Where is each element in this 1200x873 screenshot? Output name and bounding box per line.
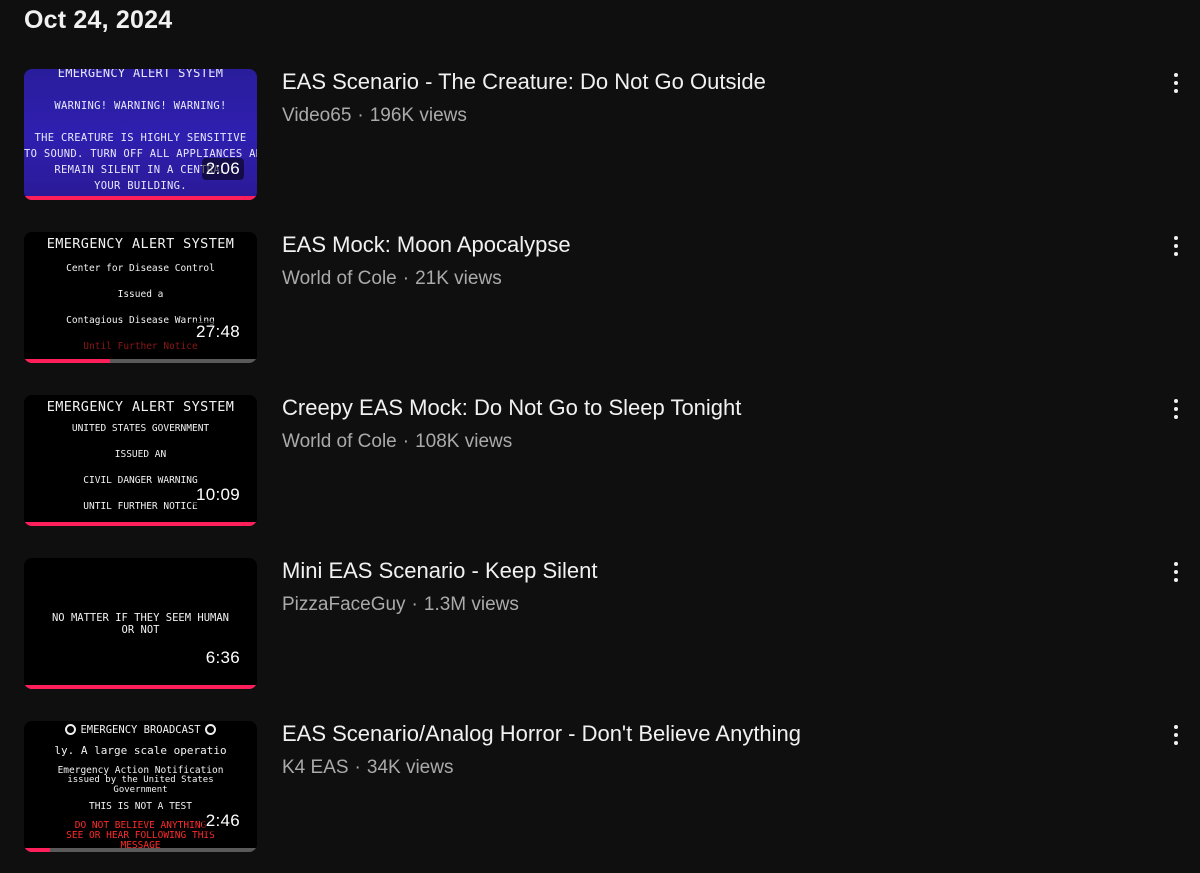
thumbnail-image: EMERGENCY ALERT SYSTEM WARNING! WARNING!… <box>24 69 257 200</box>
thumb-text: WARNING! WARNING! WARNING! <box>54 100 227 112</box>
thumb-text: Center for Disease Control <box>66 263 215 274</box>
more-actions-icon[interactable] <box>1168 560 1184 584</box>
video-meta: World of Cole · 21K views <box>282 268 502 290</box>
date-section-header: Oct 24, 2024 <box>24 6 173 34</box>
video-meta: PizzaFaceGuy · 1.3M views <box>282 594 519 616</box>
more-actions-icon[interactable] <box>1168 234 1184 258</box>
thumbnail-image: EMERGENCY ALERT SYSTEM UNITED STATES GOV… <box>24 395 257 526</box>
video-meta: World of Cole · 108K views <box>282 431 512 453</box>
watch-progress-bar <box>24 848 257 852</box>
channel-name[interactable]: PizzaFaceGuy <box>282 594 406 615</box>
thumbnail-image: EMERGENCY BROADCAST ly. A large scale op… <box>24 721 257 852</box>
watch-progress-bar <box>24 359 257 363</box>
video-title[interactable]: EAS Scenario/Analog Horror - Don't Belie… <box>282 721 801 747</box>
channel-name[interactable]: World of Cole <box>282 268 397 289</box>
video-item[interactable]: EMERGENCY ALERT SYSTEM WARNING! WARNING!… <box>0 69 1200 203</box>
view-count: 108K views <box>415 431 513 452</box>
video-item[interactable]: NO MATTER IF THEY SEEM HUMAN OR NOT 6:36… <box>0 558 1200 692</box>
thumbnail-image: EMERGENCY ALERT SYSTEM Center for Diseas… <box>24 232 257 363</box>
watch-progress-fill <box>24 522 257 526</box>
video-thumbnail[interactable]: EMERGENCY ALERT SYSTEM UNITED STATES GOV… <box>24 395 257 526</box>
watch-progress-bar <box>24 522 257 526</box>
thumb-text: UNITED STATES GOVERNMENT <box>71 423 210 434</box>
more-actions-icon[interactable] <box>1168 723 1184 747</box>
separator-dot: · <box>402 268 410 289</box>
view-count: 21K views <box>415 268 502 289</box>
channel-name[interactable]: K4 EAS <box>282 757 349 778</box>
more-actions-icon[interactable] <box>1168 397 1184 421</box>
thumb-text: issued by the United States <box>67 775 214 785</box>
thumb-text: Issued a <box>117 289 164 300</box>
watch-progress-bar <box>24 685 257 689</box>
thumbnail-image: NO MATTER IF THEY SEEM HUMAN OR NOT <box>24 558 257 689</box>
video-thumbnail[interactable]: EMERGENCY BROADCAST ly. A large scale op… <box>24 721 257 852</box>
separator-dot: · <box>354 757 361 778</box>
thumb-text: EMERGENCY ALERT SYSTEM <box>46 399 235 415</box>
duration-badge: 6:36 <box>201 647 244 669</box>
seal-icon <box>65 724 77 735</box>
video-thumbnail[interactable]: EMERGENCY ALERT SYSTEM WARNING! WARNING!… <box>24 69 257 200</box>
thumb-text: ISSUED AN <box>114 449 167 460</box>
thumb-text: NO MATTER IF THEY SEEM HUMAN <box>51 612 229 624</box>
separator-dot: · <box>411 594 418 615</box>
duration-badge: 2:46 <box>201 810 244 832</box>
video-item[interactable]: EMERGENCY BROADCAST ly. A large scale op… <box>0 721 1200 855</box>
thumb-text: EMERGENCY BROADCAST <box>24 724 257 736</box>
separator-dot: · <box>357 105 364 126</box>
video-title[interactable]: EAS Mock: Moon Apocalypse <box>282 232 571 258</box>
video-title[interactable]: Creepy EAS Mock: Do Not Go to Sleep Toni… <box>282 395 741 421</box>
separator-dot: · <box>402 431 410 452</box>
watch-progress-fill <box>24 196 257 200</box>
thumb-text: EMERGENCY ALERT SYSTEM <box>57 69 224 80</box>
watch-history-page: Oct 24, 2024 EMERGENCY ALERT SYSTEM WARN… <box>0 0 1200 873</box>
watch-progress-fill <box>24 359 111 363</box>
video-meta: Video65 · 196K views <box>282 105 467 127</box>
view-count: 1.3M views <box>423 594 519 615</box>
watch-progress-bar <box>24 196 257 200</box>
thumb-text: YOUR BUILDING. <box>94 180 187 192</box>
video-title[interactable]: Mini EAS Scenario - Keep Silent <box>282 558 598 584</box>
thumb-text: Government <box>113 785 168 795</box>
video-item[interactable]: EMERGENCY ALERT SYSTEM Center for Diseas… <box>0 232 1200 366</box>
thumb-text: EMERGENCY ALERT SYSTEM <box>46 236 235 252</box>
view-count: 34K views <box>366 757 454 778</box>
duration-badge: 27:48 <box>191 321 244 343</box>
video-thumbnail[interactable]: NO MATTER IF THEY SEEM HUMAN OR NOT 6:36 <box>24 558 257 689</box>
broadcast-heading: EMERGENCY BROADCAST <box>80 724 201 736</box>
seal-icon <box>204 724 216 735</box>
video-thumbnail[interactable]: EMERGENCY ALERT SYSTEM Center for Diseas… <box>24 232 257 363</box>
thumb-text: THE CREATURE IS HIGHLY SENSITIVE <box>34 132 247 144</box>
thumb-text: OR NOT <box>121 624 160 636</box>
duration-badge: 10:09 <box>191 484 244 506</box>
thumb-text: ly. A large scale operatio <box>54 744 227 757</box>
channel-name[interactable]: World of Cole <box>282 431 397 452</box>
channel-name[interactable]: Video65 <box>282 105 351 126</box>
video-item[interactable]: EMERGENCY ALERT SYSTEM UNITED STATES GOV… <box>0 395 1200 529</box>
video-meta: K4 EAS · 34K views <box>282 757 453 779</box>
more-actions-icon[interactable] <box>1168 71 1184 95</box>
duration-badge: 2:06 <box>201 158 244 180</box>
video-title[interactable]: EAS Scenario - The Creature: Do Not Go O… <box>282 69 766 95</box>
view-count: 196K views <box>369 105 467 126</box>
watch-progress-fill <box>24 685 257 689</box>
watch-progress-fill <box>24 848 50 852</box>
